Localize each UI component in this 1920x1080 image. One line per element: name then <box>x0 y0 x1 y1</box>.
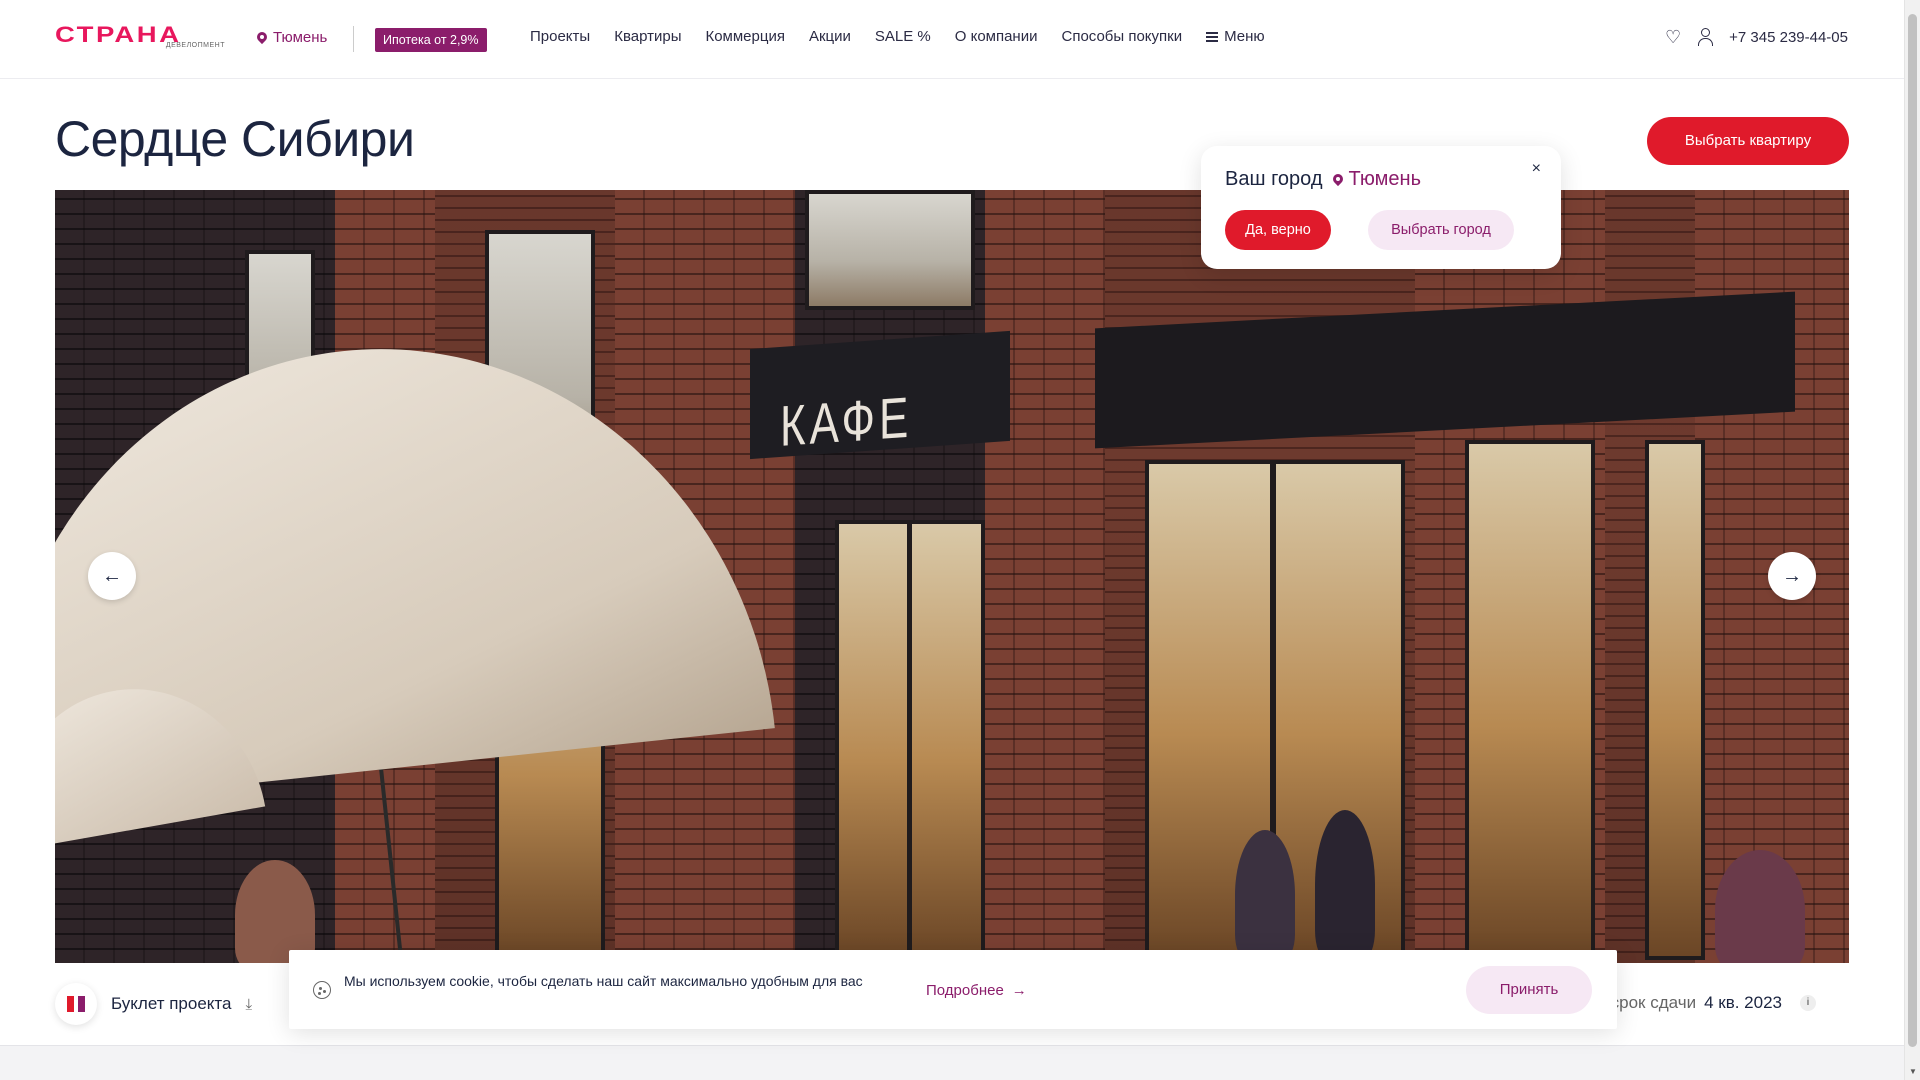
confirm-city-button[interactable]: Да, верно <box>1225 210 1331 250</box>
arrow-right-icon: → <box>1782 564 1802 587</box>
nav-item-sale[interactable]: SALE % <box>875 28 931 45</box>
mortgage-promo-badge[interactable]: Ипотека от 2,9% <box>375 28 487 52</box>
page: СТРАНА ДЕВЕЛОПМЕНТ Тюмень Ипотека от 2,9… <box>0 0 1904 1080</box>
cookie-more-label: Подробнее <box>926 982 1004 999</box>
cookie-message: Мы используем cookie, чтобы сделать наш … <box>344 973 863 989</box>
booklet-label: Буклет проекта <box>111 994 232 1013</box>
logo-wordmark: СТРАНА <box>55 22 182 47</box>
nav-item-apartments[interactable]: Квартиры <box>614 28 681 45</box>
divider <box>353 26 354 52</box>
popup-city-name: Тюмень <box>1348 168 1421 190</box>
completion-date: ий срок сдачи 4 кв. 2023 i <box>1587 993 1816 1013</box>
project-booklet-link[interactable]: Буклет проекта ⤓ <box>55 983 252 1025</box>
cafe-sign-text: КАФЕ <box>780 385 913 459</box>
phone-link[interactable]: +7 345 239-44-05 <box>1729 29 1848 46</box>
location-pin-icon <box>257 32 267 44</box>
slider-next-button[interactable]: → <box>1768 552 1816 600</box>
awning <box>1095 291 1795 449</box>
arrow-left-icon: ← <box>102 564 122 587</box>
scrollbar-thumb[interactable] <box>1908 14 1917 1047</box>
city-question-label: Ваш город <box>1225 168 1323 190</box>
city-name: Тюмень <box>273 29 328 46</box>
choose-apartment-button[interactable]: Выбрать квартиру <box>1647 117 1849 165</box>
user-account-icon[interactable] <box>1697 28 1714 46</box>
scroll-down-icon[interactable]: ▼ <box>1909 1067 1917 1076</box>
hamburger-icon <box>1206 31 1219 42</box>
location-pin-icon <box>1333 174 1343 186</box>
scrollbar[interactable]: ▼ <box>1904 0 1920 1080</box>
page-title: Сердце Сибири <box>55 111 415 167</box>
nav-item-projects[interactable]: Проекты <box>530 28 590 45</box>
main-nav: Проекты Квартиры Коммерция Акции SALE % … <box>530 28 1265 45</box>
arrow-right-icon: → <box>1011 982 1027 999</box>
menu-button[interactable]: Меню <box>1206 28 1265 45</box>
header-actions: ♡ +7 345 239-44-05 <box>1665 28 1848 46</box>
close-icon[interactable]: × <box>1532 160 1541 178</box>
nav-item-promotions[interactable]: Акции <box>809 28 851 45</box>
site-header: СТРАНА ДЕВЕЛОПМЕНТ Тюмень Ипотека от 2,9… <box>0 0 1904 79</box>
logo[interactable]: СТРАНА ДЕВЕЛОПМЕНТ <box>55 24 225 52</box>
cookie-more-link[interactable]: Подробнее → <box>926 982 1027 999</box>
info-icon[interactable]: i <box>1800 995 1816 1011</box>
download-icon: ⤓ <box>245 995 253 1013</box>
cookie-banner: Мы используем cookie, чтобы сделать наш … <box>289 950 1617 1029</box>
choose-city-button[interactable]: Выбрать город <box>1368 210 1514 250</box>
nav-item-purchase-methods[interactable]: Способы покупки <box>1061 28 1182 45</box>
hero-image: КАФЕ <box>55 190 1849 963</box>
favorites-heart-icon[interactable]: ♡ <box>1665 28 1681 46</box>
city-confirm-popup: × Ваш город Тюмень Да, верно Выбрать гор… <box>1201 146 1561 269</box>
cookie-accept-button[interactable]: Принять <box>1466 966 1592 1014</box>
booklet-icon <box>55 983 97 1025</box>
city-selector[interactable]: Тюмень <box>257 29 327 46</box>
popup-city: Тюмень <box>1333 168 1421 191</box>
completion-value: 4 кв. 2023 <box>1704 993 1782 1012</box>
nav-item-about[interactable]: О компании <box>955 28 1038 45</box>
city-question: Ваш город Тюмень <box>1225 168 1421 191</box>
cookie-icon <box>313 981 331 999</box>
menu-label: Меню <box>1224 28 1265 45</box>
nav-item-commercial[interactable]: Коммерция <box>705 28 784 45</box>
slider-prev-button[interactable]: ← <box>88 552 136 600</box>
logo-subtitle: ДЕВЕЛОПМЕНТ <box>165 42 225 49</box>
page-bottom-band <box>0 1045 1904 1080</box>
